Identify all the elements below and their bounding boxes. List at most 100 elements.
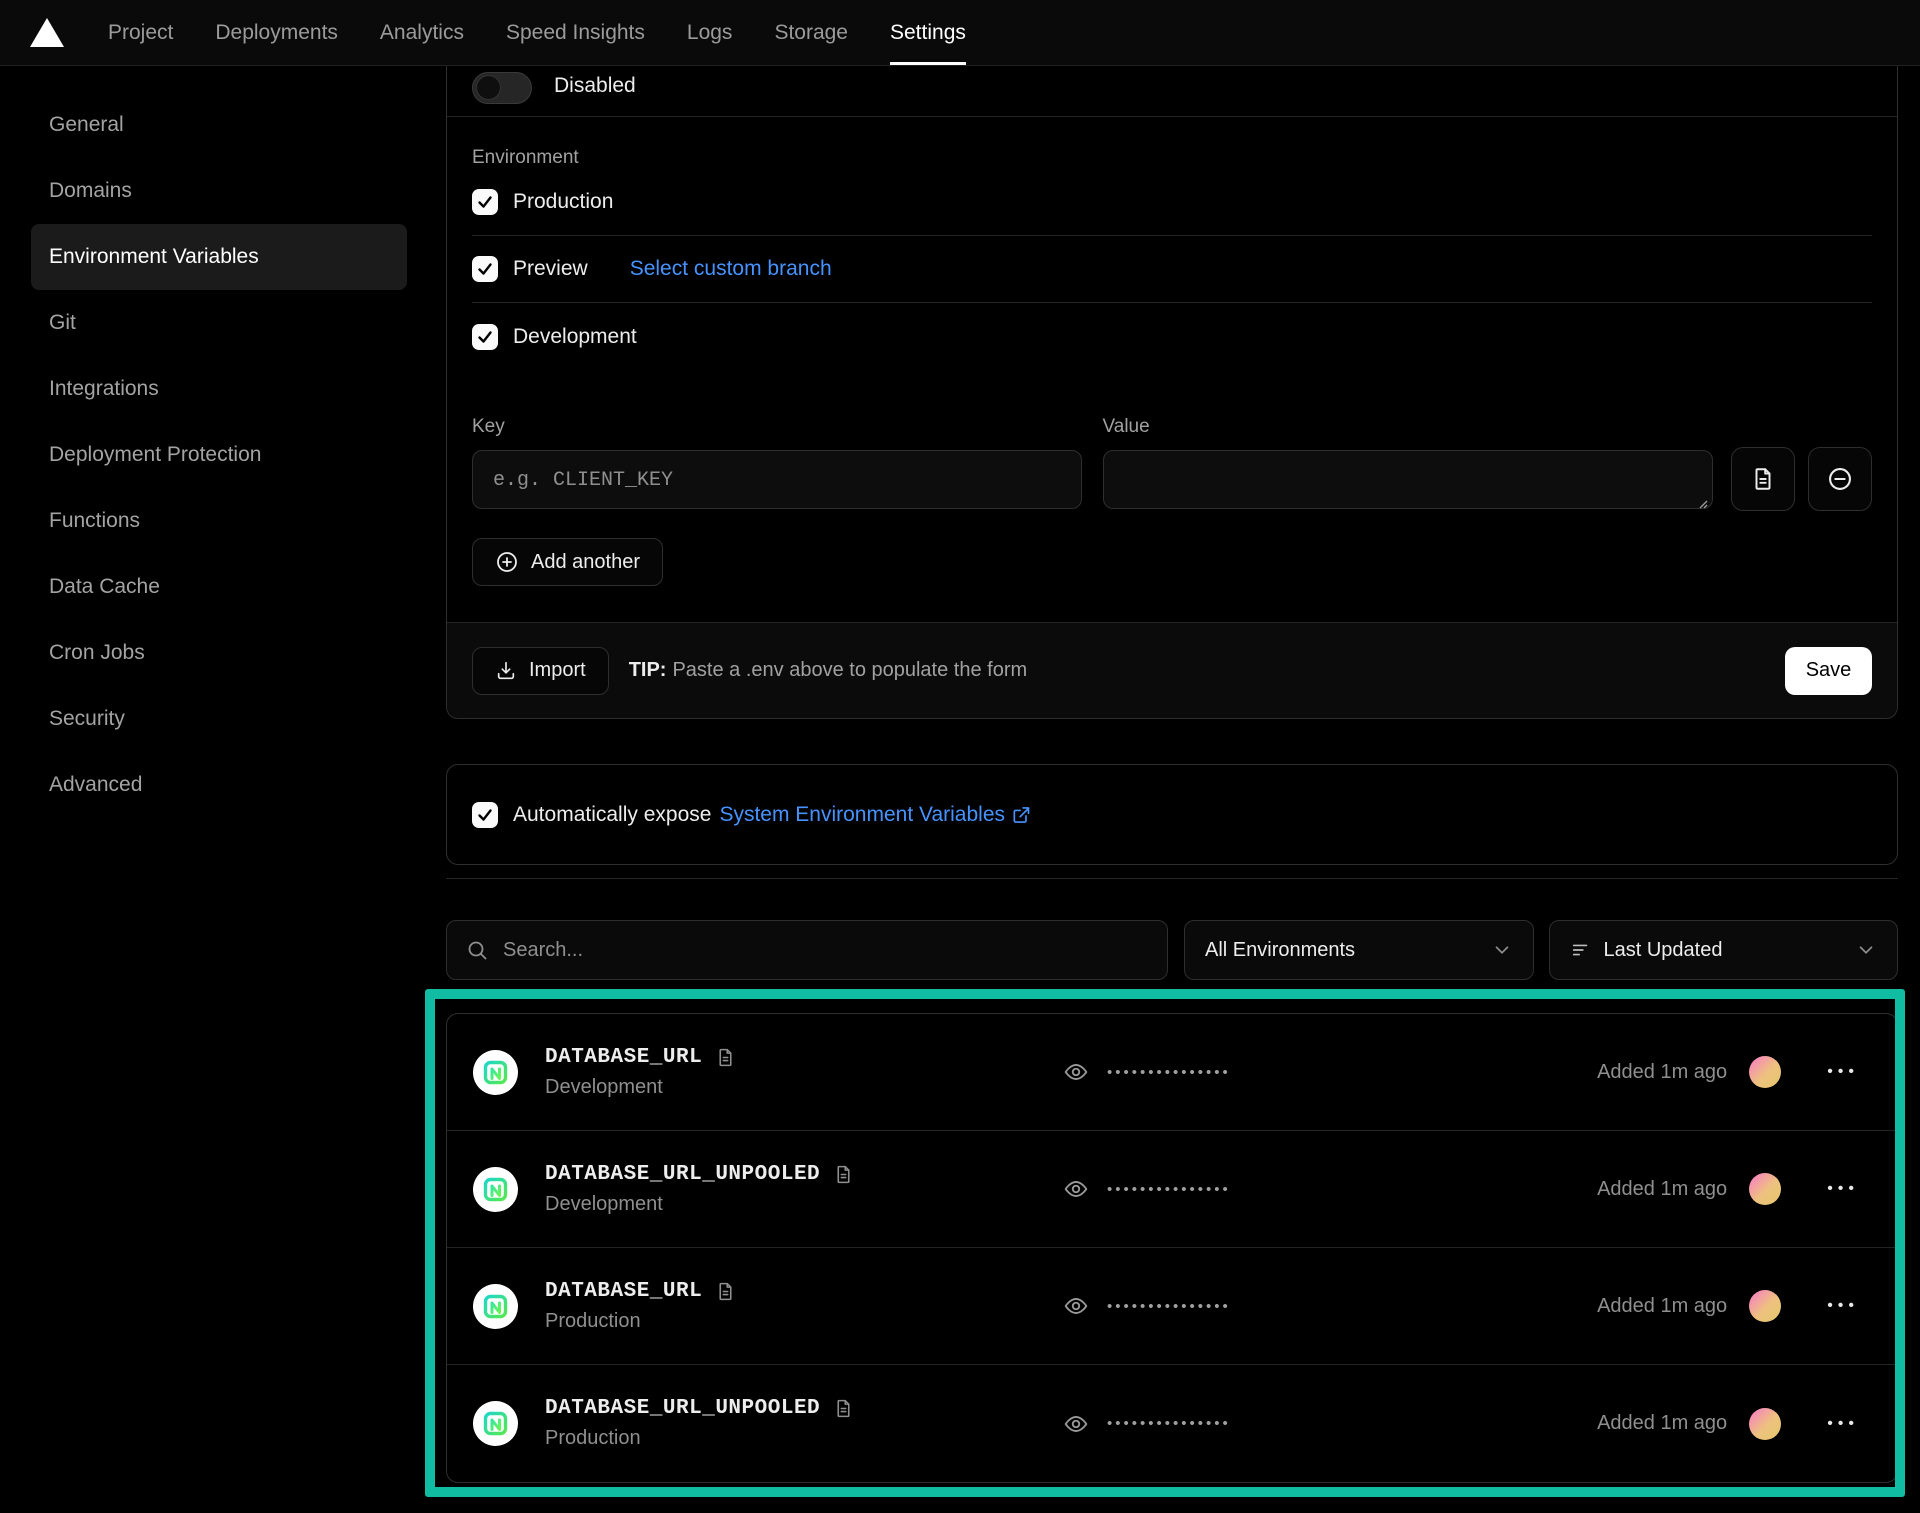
- sidebar-item-domains[interactable]: Domains: [31, 158, 407, 224]
- section-divider: [446, 878, 1898, 879]
- environment-row-development: Development: [472, 303, 1872, 370]
- file-icon: [1750, 466, 1776, 492]
- masked-value: •••••••••••••••: [1107, 1298, 1231, 1315]
- auto-expose-label: Automatically expose: [513, 803, 711, 827]
- copy-note-icon[interactable]: [833, 1398, 854, 1419]
- development-checkbox[interactable]: [472, 324, 498, 350]
- environment-section: Environment Production Preview Select cu…: [447, 147, 1897, 370]
- preview-checkbox[interactable]: [472, 256, 498, 282]
- sidebar-item-security[interactable]: Security: [31, 686, 407, 752]
- added-timestamp: Added 1m ago: [1597, 1178, 1727, 1201]
- copy-note-icon[interactable]: [715, 1281, 736, 1302]
- row-menu-button[interactable]: •••: [1827, 1297, 1859, 1315]
- search-input[interactable]: [503, 939, 1149, 962]
- reveal-value-eye-icon[interactable]: [1063, 1059, 1089, 1085]
- auto-expose-checkbox[interactable]: [472, 802, 498, 828]
- nav-items: Project Deployments Analytics Speed Insi…: [108, 0, 966, 65]
- copy-note-icon[interactable]: [833, 1164, 854, 1185]
- row-menu-button[interactable]: •••: [1827, 1180, 1859, 1198]
- import-button[interactable]: Import: [472, 647, 609, 695]
- chevron-down-icon: [1855, 939, 1877, 961]
- check-icon: [476, 193, 494, 211]
- nav-item-storage[interactable]: Storage: [774, 0, 848, 65]
- vercel-logo-icon[interactable]: [30, 18, 64, 47]
- user-avatar: [1749, 1056, 1781, 1088]
- reveal-value-eye-icon[interactable]: [1063, 1411, 1089, 1437]
- download-icon: [495, 660, 517, 682]
- remove-row-button[interactable]: [1808, 447, 1872, 511]
- sidebar-item-functions[interactable]: Functions: [31, 488, 407, 554]
- neon-integration-icon: [473, 1284, 518, 1329]
- sidebar-item-integrations[interactable]: Integrations: [31, 356, 407, 422]
- sidebar-item-cron-jobs[interactable]: Cron Jobs: [31, 620, 407, 686]
- sidebar-item-deployment-protection[interactable]: Deployment Protection: [31, 422, 407, 488]
- system-env-vars-link[interactable]: System Environment Variables: [719, 803, 1031, 827]
- environment-filter-dropdown[interactable]: All Environments: [1184, 920, 1534, 980]
- add-another-button[interactable]: Add another: [472, 538, 663, 586]
- resize-grip-icon[interactable]: [1695, 496, 1709, 510]
- top-nav: Project Deployments Analytics Speed Insi…: [0, 0, 1920, 66]
- row-menu-button[interactable]: •••: [1827, 1415, 1859, 1433]
- environment-row-production: Production: [472, 169, 1872, 236]
- disabled-toggle[interactable]: [472, 72, 532, 104]
- key-label: Key: [472, 416, 1082, 438]
- copy-note-icon[interactable]: [715, 1047, 736, 1068]
- sidebar-item-environment-variables[interactable]: Environment Variables: [31, 224, 407, 290]
- env-var-name: DATABASE_URL_UNPOOLED: [545, 1397, 820, 1420]
- env-var-environment: Production: [545, 1427, 854, 1450]
- system-env-card: Automatically expose System Environment …: [446, 764, 1898, 865]
- env-var-row: DATABASE_URL_UNPOOLED Development ••••••…: [447, 1131, 1897, 1248]
- nav-item-analytics[interactable]: Analytics: [380, 0, 464, 65]
- save-button[interactable]: Save: [1785, 647, 1872, 695]
- user-avatar: [1749, 1290, 1781, 1322]
- env-var-name: DATABASE_URL: [545, 1280, 702, 1303]
- key-input[interactable]: [472, 450, 1082, 509]
- paste-env-button[interactable]: [1731, 447, 1795, 511]
- select-custom-branch-link[interactable]: Select custom branch: [630, 257, 832, 281]
- chevron-down-icon: [1491, 939, 1513, 961]
- check-icon: [476, 328, 494, 346]
- neon-integration-icon: [473, 1167, 518, 1212]
- value-input[interactable]: [1103, 450, 1714, 509]
- filter-row: All Environments Last Updated: [446, 920, 1898, 980]
- masked-value: •••••••••••••••: [1107, 1064, 1231, 1081]
- production-checkbox[interactable]: [472, 189, 498, 215]
- value-label: Value: [1103, 416, 1714, 438]
- key-value-section: Key Value: [447, 370, 1897, 586]
- added-timestamp: Added 1m ago: [1597, 1412, 1727, 1435]
- reveal-value-eye-icon[interactable]: [1063, 1293, 1089, 1319]
- nav-item-settings[interactable]: Settings: [890, 0, 966, 65]
- nav-item-speed-insights[interactable]: Speed Insights: [506, 0, 645, 65]
- row-menu-button[interactable]: •••: [1827, 1063, 1859, 1081]
- form-footer: Import TIP:Paste a .env above to populat…: [447, 622, 1897, 718]
- sidebar-item-general[interactable]: General: [31, 92, 407, 158]
- sort-dropdown[interactable]: Last Updated: [1549, 920, 1899, 980]
- sidebar-item-advanced[interactable]: Advanced: [31, 752, 407, 818]
- masked-value: •••••••••••••••: [1107, 1181, 1231, 1198]
- env-var-name: DATABASE_URL_UNPOOLED: [545, 1163, 820, 1186]
- search-icon: [465, 938, 489, 962]
- env-var-environment: Development: [545, 1193, 854, 1216]
- settings-sidebar: General Domains Environment Variables Gi…: [31, 92, 407, 818]
- tip-text: TIP:Paste a .env above to populate the f…: [629, 659, 1027, 682]
- sidebar-item-data-cache[interactable]: Data Cache: [31, 554, 407, 620]
- environment-row-preview: Preview Select custom branch: [472, 236, 1872, 303]
- development-label: Development: [513, 325, 637, 349]
- nav-item-project[interactable]: Project: [108, 0, 173, 65]
- env-var-list: DATABASE_URL Development •••••••••••••••…: [446, 1013, 1898, 1483]
- nav-item-deployments[interactable]: Deployments: [215, 0, 338, 65]
- user-avatar: [1749, 1173, 1781, 1205]
- check-icon: [476, 806, 494, 824]
- sort-icon: [1570, 939, 1592, 961]
- env-var-environment: Development: [545, 1076, 736, 1099]
- sidebar-item-git[interactable]: Git: [31, 290, 407, 356]
- sensitive-toggle-row: Disabled: [447, 66, 1897, 117]
- nav-item-logs[interactable]: Logs: [687, 0, 733, 65]
- added-timestamp: Added 1m ago: [1597, 1061, 1727, 1084]
- env-var-name: DATABASE_URL: [545, 1046, 702, 1069]
- env-var-row: DATABASE_URL_UNPOOLED Production •••••••…: [447, 1365, 1897, 1482]
- vercel-settings-page: Project Deployments Analytics Speed Insi…: [0, 0, 1920, 1513]
- check-icon: [476, 260, 494, 278]
- added-timestamp: Added 1m ago: [1597, 1295, 1727, 1318]
- reveal-value-eye-icon[interactable]: [1063, 1176, 1089, 1202]
